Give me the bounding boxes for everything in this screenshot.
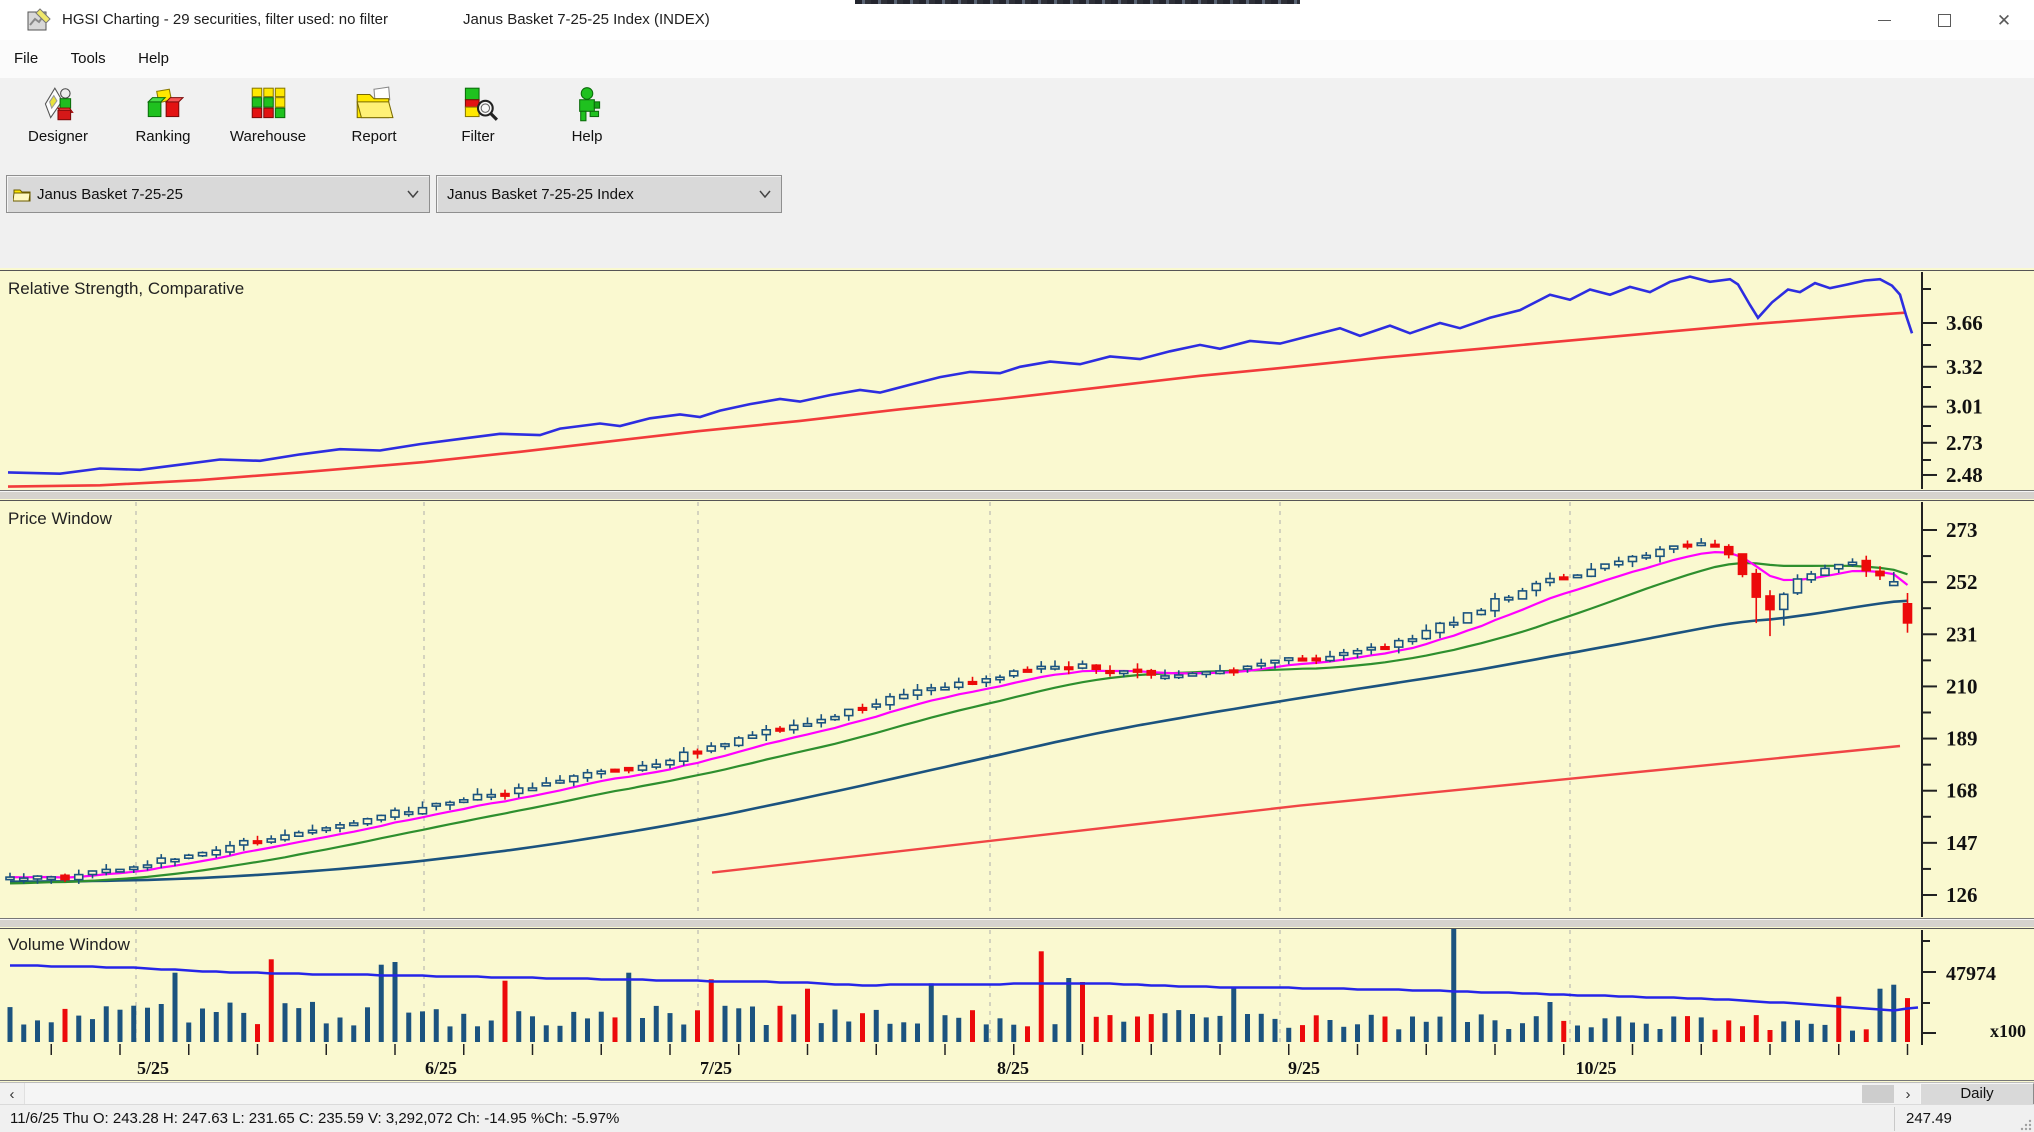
menu-bar: File Tools Help <box>0 40 2034 79</box>
filter-button[interactable]: Filter <box>428 82 528 166</box>
selector-row: Janus Basket 7-25-25 Janus Basket 7-25-2… <box>0 170 2034 216</box>
folder-icon <box>13 187 31 202</box>
resize-grip[interactable] <box>2019 1118 2033 1132</box>
close-icon: ✕ <box>1997 12 2011 29</box>
cursor-price-value: 247.49 <box>1906 1105 1952 1132</box>
rs-panel-title: Relative Strength, Comparative <box>8 279 244 298</box>
chevron-down-icon <box>407 190 419 198</box>
ranking-button[interactable]: Ranking <box>113 82 213 166</box>
title-bar: HGSI Charting - 29 securities, filter us… <box>0 0 2034 40</box>
svg-text:8/25: 8/25 <box>997 1058 1029 1078</box>
svg-text:3.01: 3.01 <box>1946 395 1983 419</box>
maximize-icon <box>1938 14 1951 27</box>
warehouse-icon <box>247 85 289 125</box>
scroll-right-icon: › <box>1906 1086 1911 1103</box>
designer-label: Designer <box>28 128 88 145</box>
svg-text:5/25: 5/25 <box>137 1058 169 1078</box>
svg-text:2.48: 2.48 <box>1946 463 1983 487</box>
panel-splitter[interactable] <box>0 919 2034 927</box>
menu-help[interactable]: Help <box>124 40 183 77</box>
svg-text:10/25: 10/25 <box>1575 1058 1616 1078</box>
report-button[interactable]: Report <box>324 82 424 166</box>
status-bar: 11/6/25 Thu O: 243.28 H: 247.63 L: 231.6… <box>0 1104 2034 1132</box>
ranking-icon <box>142 85 184 125</box>
svg-text:147: 147 <box>1946 831 1978 855</box>
warehouse-button[interactable]: Warehouse <box>218 82 318 166</box>
panel-splitter[interactable] <box>0 491 2034 499</box>
svg-text:231: 231 <box>1946 622 1978 646</box>
periodicity-button[interactable]: Daily <box>1920 1083 2034 1105</box>
security-value: Janus Basket 7-25-25 Index <box>447 186 634 203</box>
filter-label: Filter <box>461 128 494 145</box>
scrollbar-thumb[interactable] <box>1862 1085 1894 1103</box>
view-toolbar: View: Market Leaders View1 <box>0 216 2034 269</box>
designer-button[interactable]: Designer <box>8 82 108 166</box>
svg-text:252: 252 <box>1946 570 1978 594</box>
basket-dropdown[interactable]: Janus Basket 7-25-25 <box>6 175 430 213</box>
minimize-icon <box>1878 20 1891 21</box>
svg-text:47974: 47974 <box>1946 963 1996 985</box>
svg-text:3.32: 3.32 <box>1946 355 1983 379</box>
filter-icon <box>457 85 499 125</box>
scroll-left-icon: ‹ <box>10 1086 15 1103</box>
report-icon <box>353 85 395 125</box>
svg-text:9/25: 9/25 <box>1288 1058 1320 1078</box>
active-document-title: Janus Basket 7-25-25 Index (INDEX) <box>463 0 710 40</box>
svg-text:273: 273 <box>1946 518 1978 542</box>
svg-text:x100: x100 <box>1990 1021 2026 1041</box>
volume-panel-title: Volume Window <box>8 935 131 954</box>
svg-text:168: 168 <box>1946 779 1978 803</box>
svg-text:2.73: 2.73 <box>1946 431 1983 455</box>
svg-text:210: 210 <box>1946 674 1978 698</box>
scroll-left-button[interactable]: ‹ <box>0 1083 24 1105</box>
hgsi-app-icon <box>26 7 52 33</box>
help-icon <box>566 85 608 125</box>
help-button[interactable]: Help <box>537 82 637 166</box>
ohlc-summary: 11/6/25 Thu O: 243.28 H: 247.63 L: 231.6… <box>10 1105 619 1132</box>
help-label: Help <box>572 128 603 145</box>
svg-text:189: 189 <box>1946 727 1978 751</box>
warehouse-label: Warehouse <box>230 128 306 145</box>
main-toolbar: Designer Ranking <box>0 78 2034 171</box>
chart-canvas: 5/25 6/25 7/25 8/25 9/25 10/25 3.66 3.32 3.01 2.7… <box>0 268 2034 1082</box>
minimize-button[interactable] <box>1854 0 1914 40</box>
horizontal-scrollbar: ‹ › Daily <box>0 1082 2034 1105</box>
svg-text:3.66: 3.66 <box>1946 311 1983 335</box>
window-title: HGSI Charting - 29 securities, filter us… <box>62 0 388 40</box>
svg-text:7/25: 7/25 <box>700 1058 732 1078</box>
maximize-button[interactable] <box>1914 0 1974 40</box>
chart-area[interactable]: 5/25 6/25 7/25 8/25 9/25 10/25 3.66 3.32 3.01 2.7… <box>0 268 2034 1082</box>
menu-file[interactable]: File <box>0 40 52 77</box>
menu-tools[interactable]: Tools <box>57 40 120 77</box>
designer-icon <box>37 85 79 125</box>
svg-text:6/25: 6/25 <box>425 1058 457 1078</box>
close-button[interactable]: ✕ <box>1974 0 2034 40</box>
chevron-down-icon <box>759 190 771 198</box>
basket-value: Janus Basket 7-25-25 <box>37 186 183 203</box>
scroll-right-button[interactable]: › <box>1896 1083 1920 1105</box>
report-label: Report <box>351 128 396 145</box>
scrollbar-track[interactable] <box>24 1083 1863 1105</box>
svg-text:126: 126 <box>1946 883 1978 907</box>
background-window-artifact <box>855 0 1300 4</box>
hgsi-charting-window: HGSI Charting - 29 securities, filter us… <box>0 0 2034 1132</box>
ranking-label: Ranking <box>135 128 190 145</box>
status-separator <box>1894 1107 1895 1131</box>
security-dropdown[interactable]: Janus Basket 7-25-25 Index <box>436 175 782 213</box>
price-panel-title: Price Window <box>8 509 113 528</box>
